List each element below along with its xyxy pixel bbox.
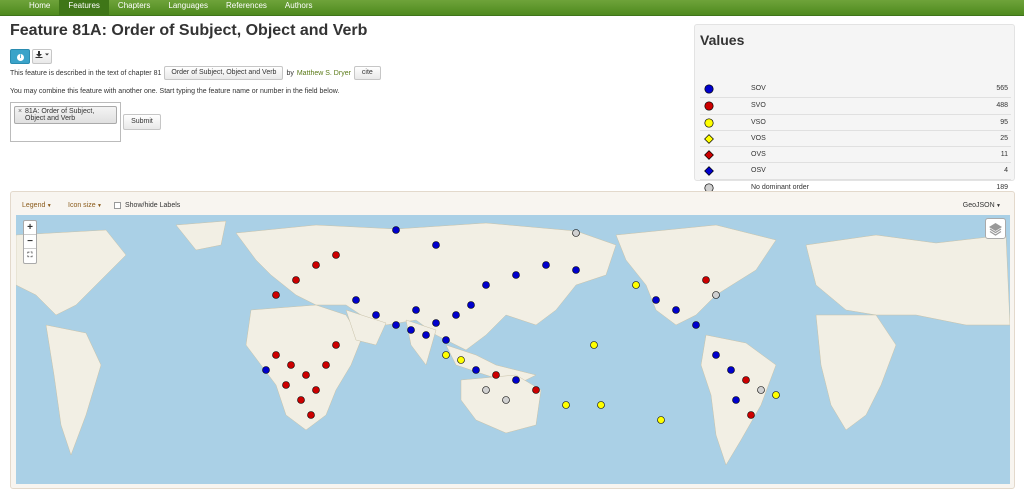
download-icon — [35, 51, 49, 58]
value-row-sov: SOV 565 — [700, 81, 1011, 97]
labels-checkbox[interactable] — [114, 202, 121, 209]
by-text: by — [286, 69, 294, 77]
value-row-svo: SVO 488 — [700, 97, 1011, 113]
cite-button[interactable]: cite — [353, 66, 381, 80]
nav-home[interactable]: Home — [20, 0, 59, 16]
geojson-label: GeoJSON — [962, 202, 995, 209]
value-count: 11 — [1000, 151, 1008, 159]
value-row-vso: VSO 95 — [700, 113, 1011, 130]
info-icon: i — [17, 54, 24, 61]
info-button[interactable]: i — [10, 49, 30, 64]
value-name: VSO — [751, 118, 766, 126]
top-navbar: Home Features Chapters Languages Referen… — [0, 0, 1024, 16]
submit-button[interactable]: Submit — [123, 114, 161, 130]
page-title: Feature 81A: Order of Subject, Object an… — [10, 22, 368, 39]
values-panel: Values SOV 565 SVO 488 VSO 95 VOS 25 OVS… — [694, 24, 1015, 193]
value-name: VOS — [751, 134, 766, 142]
layers-icon-glyph — [989, 223, 1002, 236]
geojson-dropdown[interactable]: GeoJSON ▼ — [963, 202, 1001, 209]
value-row-ovs: OVS 11 — [700, 146, 1011, 162]
value-count: 4 — [1004, 167, 1008, 175]
remove-tag-icon[interactable]: × — [18, 108, 22, 115]
chevron-down-icon: ▼ — [45, 203, 52, 209]
value-name: SOV — [751, 85, 766, 92]
map-base — [16, 220, 1010, 466]
map-section: Legend ▼ Icon size ▼ Show/hide Labels Ge… — [10, 191, 1015, 489]
labels-toggle-label: Show/hide Labels — [125, 202, 181, 209]
value-count: 488 — [996, 102, 1008, 110]
value-count: 565 — [996, 85, 1008, 92]
author-link[interactable]: Matthew S. Dryer — [297, 70, 351, 77]
value-name: No dominant order — [751, 183, 809, 191]
nav-languages[interactable]: Languages — [159, 0, 217, 16]
legend-label: Legend — [22, 202, 46, 209]
yellow-circle-icon — [704, 118, 714, 128]
description-text: This feature is described in the text of… — [10, 69, 162, 77]
fullscreen-icon[interactable]: ⛶ — [24, 249, 36, 263]
zoom-out-button[interactable]: − — [24, 235, 36, 249]
blue-diamond-icon — [704, 166, 714, 177]
nav-authors[interactable]: Authors — [276, 0, 322, 16]
nav-references[interactable]: References — [217, 0, 276, 16]
value-row-osv: OSV 4 — [700, 162, 1011, 178]
zoom-in-button[interactable]: + — [24, 221, 36, 235]
legend-dropdown[interactable]: Legend ▼ — [22, 202, 52, 209]
world-map[interactable]: + − ⛶ — [16, 215, 1010, 484]
download-button[interactable] — [32, 49, 52, 64]
zoom-control: + − ⛶ — [23, 220, 37, 264]
map-toolbar: Legend ▼ Icon size ▼ Show/hide Labels Ge… — [11, 192, 1014, 216]
value-name: OVS — [751, 151, 766, 159]
red-diamond-icon — [704, 150, 714, 161]
chevron-down-icon: ▼ — [994, 203, 1001, 209]
labels-toggle[interactable]: Show/hide Labels — [114, 202, 180, 209]
chapter-button[interactable]: Order of Subject, Object and Verb — [164, 66, 284, 80]
combine-instructions: You may combine this feature with anothe… — [10, 88, 340, 95]
icon-size-label: Icon size — [68, 202, 96, 209]
value-name: OSV — [751, 167, 766, 175]
values-table: SOV 565 SVO 488 VSO 95 VOS 25 OVS 11 OSV… — [700, 81, 1011, 195]
nav-features[interactable]: Features — [59, 0, 109, 16]
selected-feature-label: 81A: Order of Subject, Object and Verb — [25, 108, 95, 122]
icon-size-dropdown[interactable]: Icon size ▼ — [68, 202, 102, 209]
yellow-diamond-icon — [704, 133, 714, 144]
value-count: 95 — [1000, 118, 1008, 126]
value-name: SVO — [751, 102, 766, 110]
nav-menu: Home Features Chapters Languages Referen… — [20, 0, 1024, 16]
value-row-vos: VOS 25 — [700, 129, 1011, 146]
values-title: Values — [700, 32, 745, 48]
selected-feature-tag: × 81A: Order of Subject, Object and Verb — [14, 106, 117, 124]
chevron-down-icon: ▼ — [95, 203, 102, 209]
feature-description: This feature is described in the text of… — [10, 66, 381, 80]
blue-circle-icon — [704, 84, 714, 94]
red-circle-icon — [704, 101, 714, 111]
layers-icon[interactable] — [985, 218, 1006, 239]
land-masses — [16, 220, 1010, 466]
value-count: 25 — [1000, 134, 1008, 142]
feature-combine-input[interactable]: × 81A: Order of Subject, Object and Verb — [10, 102, 121, 142]
value-count: 189 — [996, 183, 1008, 191]
nav-chapters[interactable]: Chapters — [109, 0, 159, 16]
